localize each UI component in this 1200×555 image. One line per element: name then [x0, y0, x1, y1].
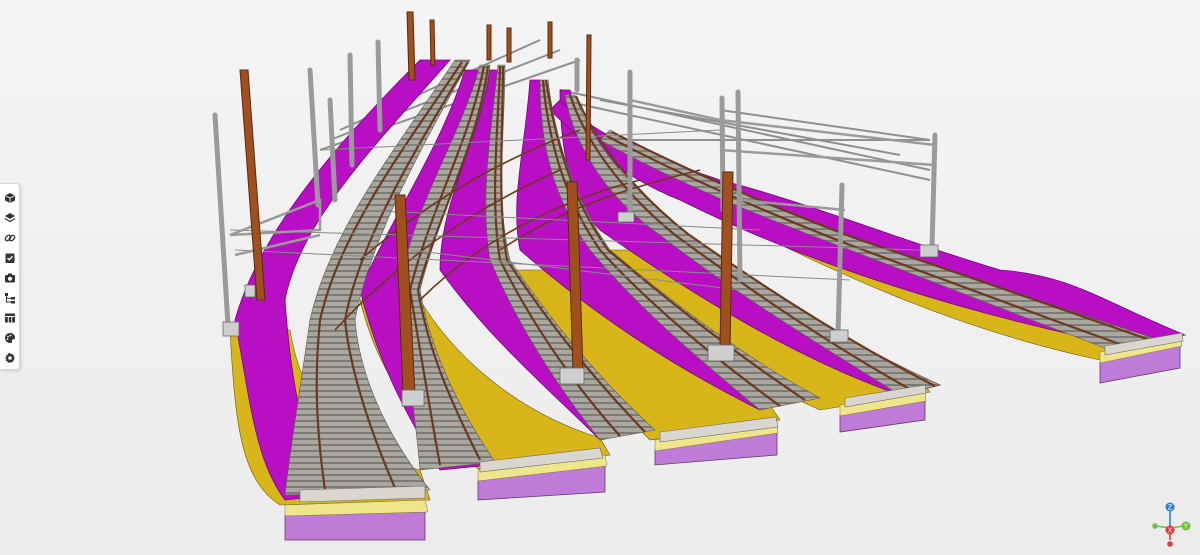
- layers-icon[interactable]: [2, 210, 18, 225]
- gear-icon[interactable]: [2, 351, 18, 366]
- axis-gizmo[interactable]: Z Y X: [1150, 500, 1194, 550]
- cube-icon[interactable]: [2, 190, 18, 205]
- rail-yard-model[interactable]: [0, 0, 1200, 555]
- link-icon[interactable]: [2, 230, 18, 245]
- checklist-icon[interactable]: [2, 250, 18, 265]
- y-axis-label: Y: [1183, 523, 1189, 531]
- 3d-viewport[interactable]: Z Y X: [0, 0, 1200, 555]
- x-axis-label: X: [1168, 527, 1173, 535]
- tree-icon[interactable]: [2, 291, 18, 306]
- neg-y-axis-handle[interactable]: [1152, 523, 1158, 529]
- z-axis-label: Z: [1168, 504, 1173, 512]
- table-icon[interactable]: [2, 311, 18, 326]
- left-toolbar: [0, 183, 20, 370]
- camera-icon[interactable]: [2, 270, 18, 285]
- palette-icon[interactable]: [2, 331, 18, 346]
- neg-x-axis-handle[interactable]: [1167, 541, 1173, 547]
